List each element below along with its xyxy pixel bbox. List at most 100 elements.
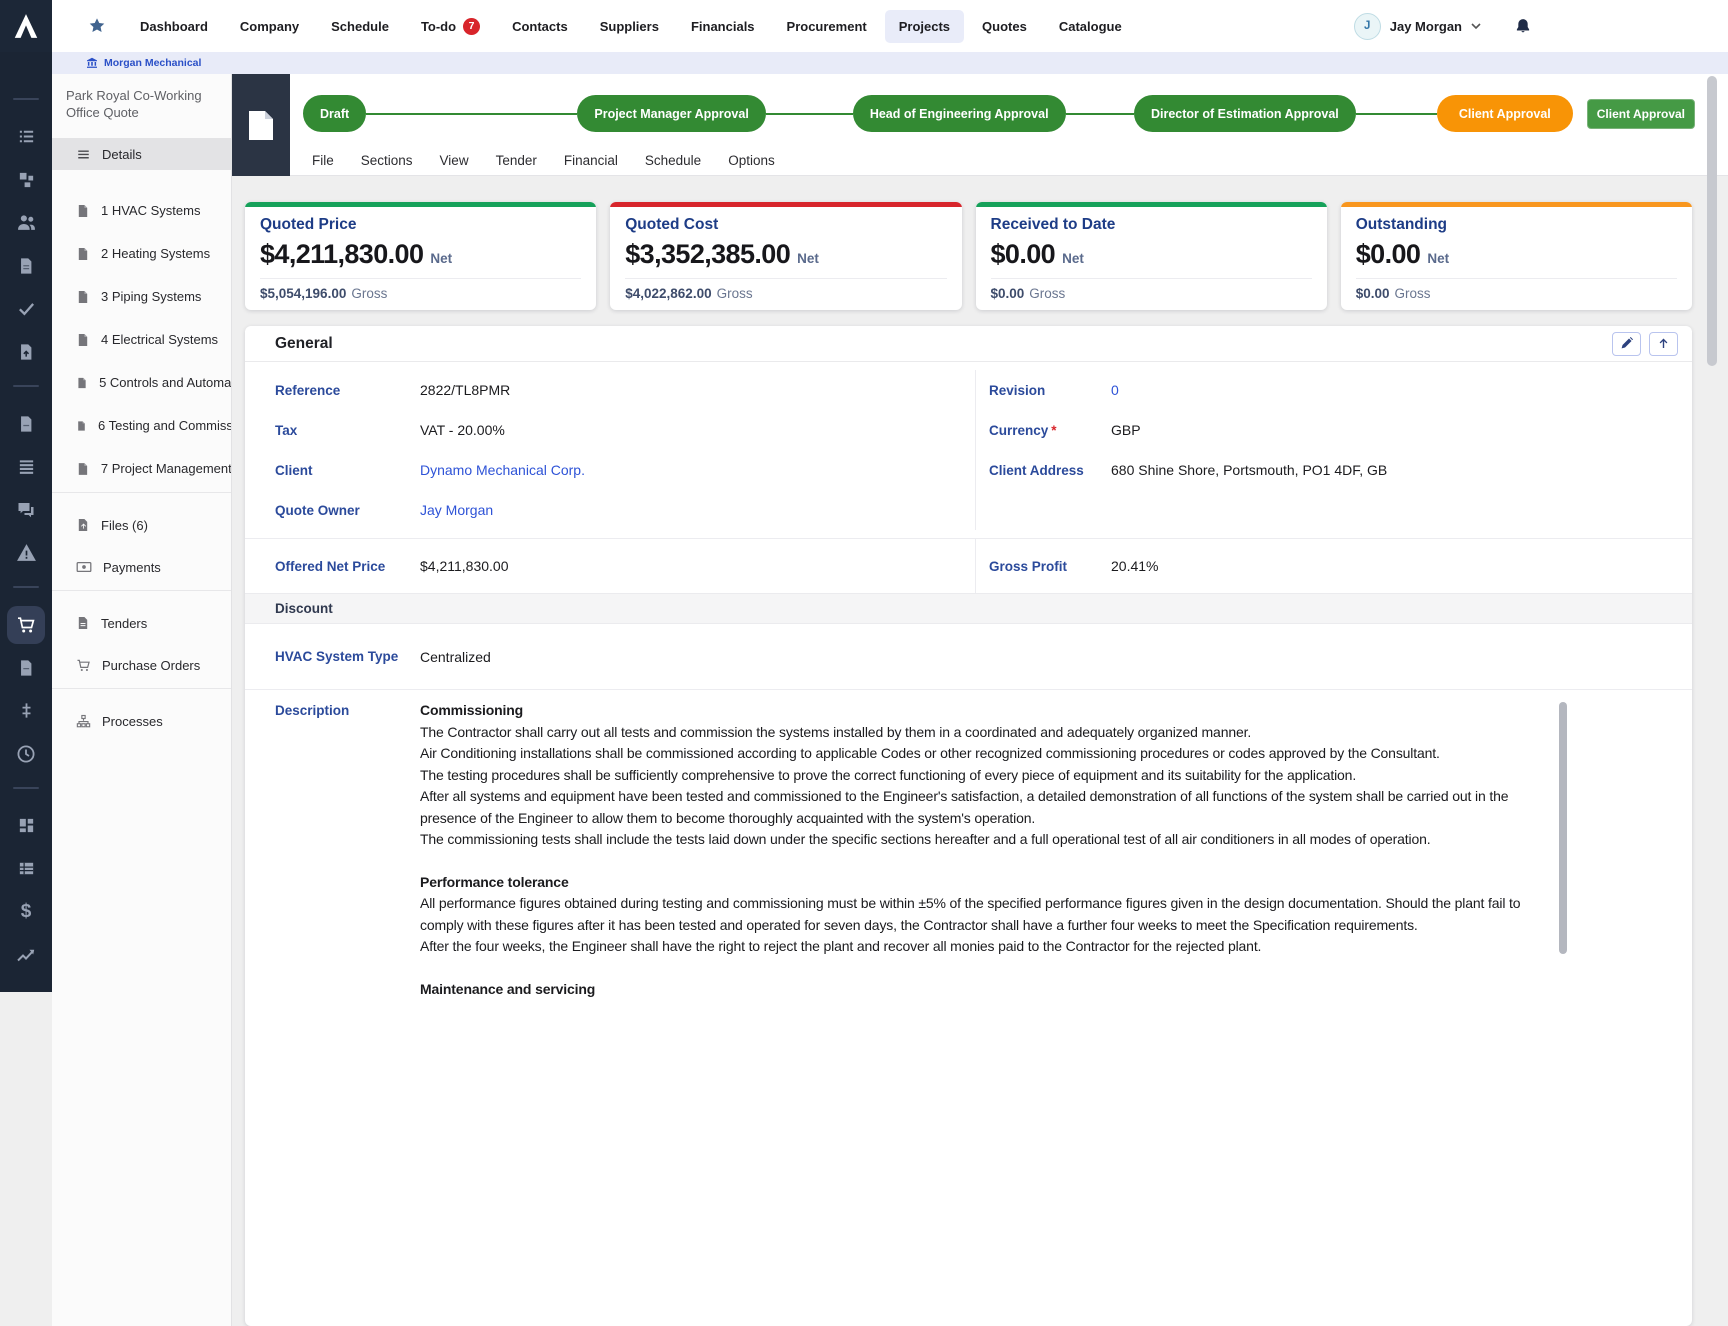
app-logo[interactable]	[0, 0, 52, 52]
nav-item-catalogue[interactable]: Catalogue	[1045, 10, 1136, 43]
document-icon[interactable]	[0, 244, 52, 287]
nav-item-procurement[interactable]: Procurement	[773, 10, 881, 43]
step-project-manager-approval[interactable]: Project Manager Approval	[577, 95, 765, 132]
kpi-gross-suffix: Gross	[717, 286, 753, 301]
step-draft[interactable]: Draft	[303, 95, 366, 132]
sidebar-section-hvac[interactable]: 1 HVAC Systems	[52, 189, 231, 232]
tune-icon[interactable]	[0, 689, 52, 732]
cart-icon-active[interactable]	[0, 603, 52, 646]
menu-tender[interactable]: Tender	[496, 153, 537, 168]
users-icon[interactable]	[0, 201, 52, 244]
menu-file[interactable]: File	[312, 153, 334, 168]
sidebar-section-project-management[interactable]: 7 Project Management	[52, 447, 231, 490]
sidebar-section-piping[interactable]: 3 Piping Systems	[52, 275, 231, 318]
check-icon[interactable]	[0, 287, 52, 330]
sidebar-item-purchase-orders[interactable]: Purchase Orders	[52, 644, 231, 686]
sidebar-section-controls[interactable]: 5 Controls and Automation	[52, 361, 231, 404]
hvac-system-type-value: Centralized	[420, 649, 491, 665]
sidebar-item-tenders[interactable]: Tenders	[52, 602, 231, 644]
kpi-gross-value: $0.00	[1356, 286, 1390, 301]
client-link[interactable]: Dynamo Mechanical Corp.	[420, 462, 585, 478]
nav-item-dashboard[interactable]: Dashboard	[126, 10, 222, 43]
sidebar-item-payments[interactable]: Payments	[52, 546, 231, 588]
document-icon	[76, 419, 87, 433]
description-scrollbar-thumb[interactable]	[1559, 702, 1567, 954]
table-icon[interactable]	[0, 847, 52, 890]
nav-item-todo[interactable]: To-do 7	[407, 9, 494, 44]
nav-item-suppliers[interactable]: Suppliers	[586, 10, 673, 43]
step-director-of-estimation-approval[interactable]: Director of Estimation Approval	[1134, 95, 1356, 132]
revision-value[interactable]: 0	[1111, 382, 1119, 398]
menu-financial[interactable]: Financial	[564, 153, 618, 168]
nav-item-company[interactable]: Company	[226, 10, 313, 43]
kpi-title: Received to Date	[991, 216, 1312, 234]
warning-icon[interactable]	[0, 531, 52, 574]
quote-title: Park Royal Co-Working Office Quote	[52, 74, 231, 138]
favorites-star-icon[interactable]	[88, 17, 106, 35]
edit-button[interactable]	[1612, 332, 1641, 356]
kpi-gross-suffix: Gross	[1395, 286, 1431, 301]
kpi-net-value: $0.00	[991, 239, 1056, 270]
offered-net-price-label: Offered Net Price	[275, 559, 420, 574]
sidebar-section-testing[interactable]: 6 Testing and Commissioning	[52, 404, 231, 447]
file-upload-icon[interactable]	[0, 330, 52, 373]
sitemap-icon[interactable]	[0, 158, 52, 201]
quote-content: Quoted Price $4,211,830.00Net $5,054,196…	[232, 176, 1728, 1326]
document-icon	[76, 290, 90, 304]
reference-label: Reference	[275, 383, 420, 398]
top-navigation: Dashboard Company Schedule To-do 7 Conta…	[0, 0, 1728, 52]
page-scrollbar[interactable]	[1707, 76, 1717, 366]
todo-count-badge: 7	[463, 18, 480, 35]
rows-icon[interactable]	[0, 445, 52, 488]
trend-up-icon[interactable]	[0, 933, 52, 976]
menu-schedule[interactable]: Schedule	[645, 153, 701, 168]
clock-icon[interactable]	[0, 732, 52, 775]
nav-item-schedule[interactable]: Schedule	[317, 10, 403, 43]
user-menu[interactable]: J Jay Morgan	[1354, 13, 1532, 40]
sidebar-section-electrical[interactable]: 4 Electrical Systems	[52, 318, 231, 361]
notifications-bell-icon[interactable]	[1514, 17, 1532, 36]
description-heading: Performance tolerance	[420, 872, 1550, 894]
breadcrumb-company[interactable]: Morgan Mechanical	[104, 57, 201, 69]
list-icon[interactable]	[0, 115, 52, 158]
sidebar-item-processes[interactable]: Processes	[52, 700, 231, 742]
sidebar-item-label: Tenders	[101, 616, 147, 631]
avatar[interactable]: J	[1354, 13, 1381, 40]
sidebar-section-heating[interactable]: 2 Heating Systems	[52, 232, 231, 275]
nav-item-projects[interactable]: Projects	[885, 10, 964, 43]
kpi-gross-value: $0.00	[991, 286, 1025, 301]
client-approval-button[interactable]: Client Approval	[1587, 99, 1695, 129]
primary-nav: Dashboard Company Schedule To-do 7 Conta…	[88, 9, 1136, 44]
description-scrollbar	[1559, 700, 1567, 1021]
sidebar-item-details[interactable]: Details	[52, 138, 231, 170]
chat-icon[interactable]	[0, 488, 52, 531]
nav-item-financials[interactable]: Financials	[677, 10, 769, 43]
step-client-approval[interactable]: Client Approval	[1437, 95, 1573, 132]
currency-value: GBP	[1111, 422, 1141, 438]
required-marker: *	[1051, 423, 1056, 438]
document-icon[interactable]	[0, 646, 52, 689]
collapse-button[interactable]	[1649, 332, 1678, 356]
nav-item-quotes[interactable]: Quotes	[968, 10, 1041, 43]
kpi-net-suffix: Net	[797, 251, 819, 266]
document-icon	[76, 247, 90, 261]
menu-sections[interactable]: Sections	[361, 153, 413, 168]
gross-profit-label: Gross Profit	[989, 559, 1111, 574]
kpi-received-to-date: Received to Date $0.00Net $0.00Gross	[976, 202, 1327, 310]
menu-view[interactable]: View	[440, 153, 469, 168]
step-head-of-engineering-approval[interactable]: Head of Engineering Approval	[853, 95, 1066, 132]
quote-sidebar: Park Royal Co-Working Office Quote Detai…	[52, 74, 232, 1326]
nav-item-contacts[interactable]: Contacts	[498, 10, 582, 43]
dashboard-icon[interactable]	[0, 804, 52, 847]
revision-label: Revision	[989, 383, 1111, 398]
document-icon	[76, 616, 90, 630]
kpi-net-suffix: Net	[1062, 251, 1084, 266]
document-icon[interactable]	[0, 402, 52, 445]
rail-divider	[13, 385, 39, 387]
quote-owner-link[interactable]: Jay Morgan	[420, 502, 493, 518]
dollar-icon[interactable]: $	[0, 890, 52, 933]
step-connector	[766, 113, 853, 115]
menu-options[interactable]: Options	[728, 153, 775, 168]
sidebar-item-files[interactable]: Files (6)	[52, 504, 231, 546]
description-paragraph: The Contractor shall carry out all tests…	[420, 722, 1550, 851]
